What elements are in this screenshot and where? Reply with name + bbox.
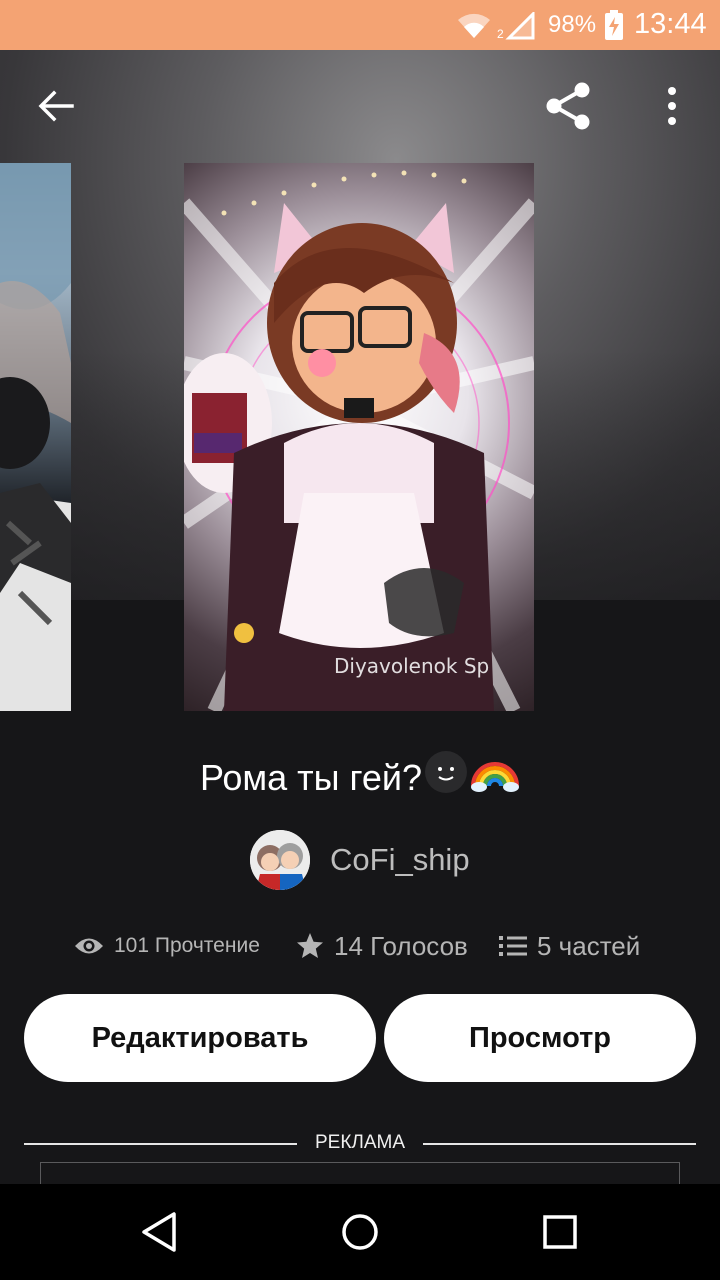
divider-line [24,1143,297,1145]
nav-home-button[interactable] [330,1204,390,1260]
edit-button[interactable]: Редактировать [24,994,376,1082]
cover-signature: Diyavolenok Sp [334,654,489,678]
divider-line [423,1143,696,1145]
back-arrow-icon [38,90,74,122]
wifi-icon [458,13,490,38]
cover-artwork: Diyavolenok Sp [184,170,534,711]
previous-story-cover[interactable] [0,163,71,711]
story-title: Рома ты гей? [199,757,423,798]
list-icon [499,936,527,956]
story-title-row: Рома ты гей? [0,750,720,803]
reads-count: 101 Прочтение [114,934,260,957]
share-icon [546,82,590,130]
nav-home-icon [342,1214,378,1250]
nav-back-button[interactable] [130,1204,190,1260]
battery-charging-icon [605,10,623,40]
parts-count: 5 частей [537,930,641,961]
nav-recent-icon [543,1215,577,1249]
status-bar: 2 98% 13:44 [0,0,720,50]
nav-recent-button[interactable] [530,1204,590,1260]
back-button[interactable] [30,80,82,132]
votes-count: 14 Голосов [334,930,468,961]
more-vertical-icon [668,87,676,125]
battery-percent: 98% [548,11,597,38]
cover-artwork [0,163,71,711]
smiling-face-emoji [424,750,468,803]
story-cover[interactable]: Diyavolenok Sp [184,163,534,711]
top-toolbar [0,50,720,160]
view-button[interactable]: Просмотр [384,994,696,1082]
reads-stat: 101 Прочтение [74,924,260,968]
parts-stat: 5 частей [499,924,640,968]
author-row[interactable]: CoFi_ship [250,830,470,890]
share-button[interactable] [540,78,596,134]
more-options-button[interactable] [652,78,692,134]
story-stats: 101 Прочтение 14 Голосов 5 частей [0,924,720,968]
votes-stat: 14 Голосов [296,924,468,968]
nav-back-icon [142,1212,176,1252]
ad-label: РЕКЛАМА [314,1132,406,1153]
avatar[interactable] [250,830,310,890]
signal-icon [505,12,535,40]
clock: 13:44 [634,8,707,40]
author-name[interactable]: CoFi_ship [330,842,470,878]
eye-icon [75,938,103,954]
system-nav-bar [0,1184,720,1280]
signal-sub-label: 2 [497,27,504,41]
rainbow-emoji [470,750,520,803]
star-icon [297,933,323,958]
ad-divider: РЕКЛАМА [24,1132,696,1156]
